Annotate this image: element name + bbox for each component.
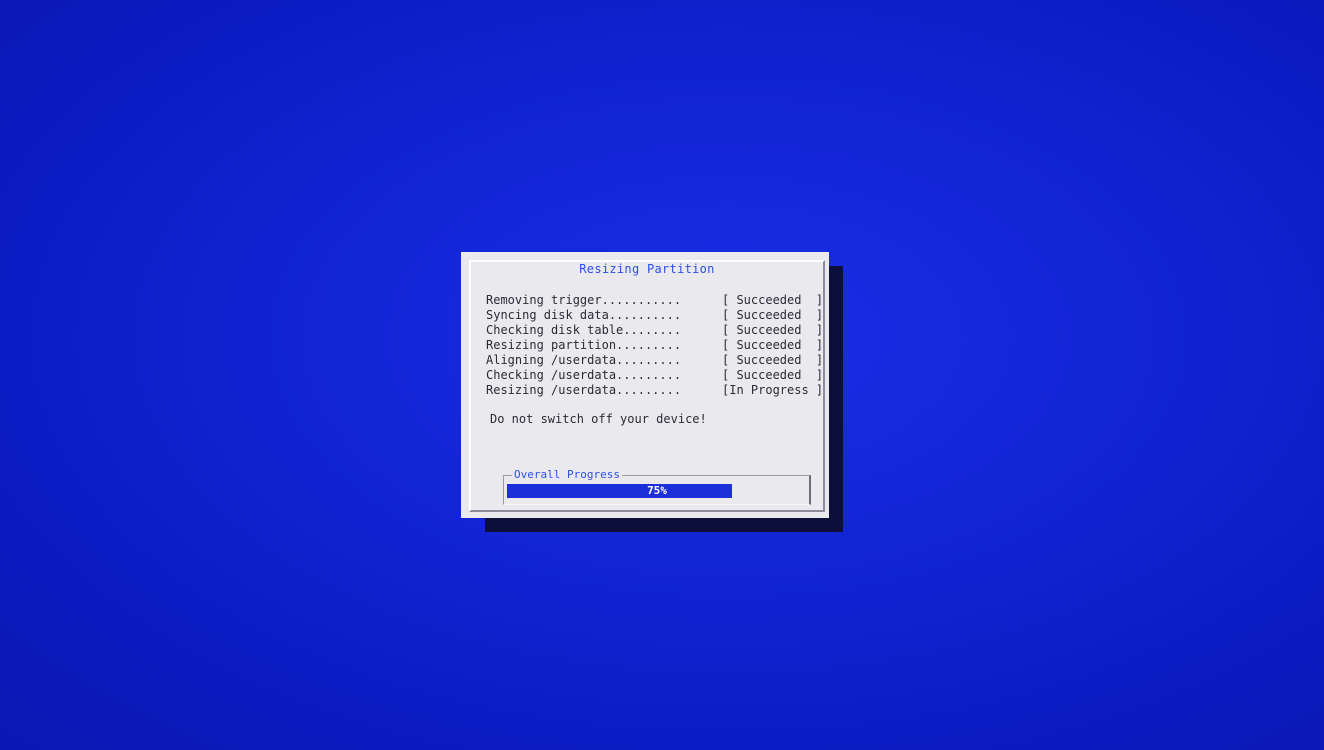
step-row-aligning-userdata: Aligning /userdata......... [ Succeeded … — [486, 353, 826, 368]
step-list: Removing trigger........... [ Succeeded … — [486, 293, 826, 398]
step-row-resizing-userdata: Resizing /userdata......... [In Progress… — [486, 383, 826, 398]
dialog-title-text: Resizing Partition — [575, 262, 719, 276]
step-label: Checking /userdata......... — [486, 368, 682, 382]
dialog-title: Resizing Partition — [471, 262, 823, 276]
step-label: Removing trigger........... — [486, 293, 682, 307]
step-status: [ Succeeded ] — [722, 308, 824, 322]
step-label: Resizing /userdata......... — [486, 383, 682, 397]
step-row-removing-trigger: Removing trigger........... [ Succeeded … — [486, 293, 826, 308]
progress-title: Overall Progress — [512, 468, 622, 481]
step-status: [ Succeeded ] — [722, 353, 824, 367]
step-label: Aligning /userdata......... — [486, 353, 682, 367]
step-status: [ Succeeded ] — [722, 338, 824, 352]
step-row-syncing-disk-data: Syncing disk data.......... [ Succeeded … — [486, 308, 826, 323]
warning-message: Do not switch off your device! — [490, 412, 707, 426]
step-status: [ Succeeded ] — [722, 368, 824, 382]
progress-track: 75% — [507, 484, 807, 498]
dialog-frame: Resizing Partition Removing trigger.....… — [469, 260, 825, 512]
step-label: Resizing partition......... — [486, 338, 682, 352]
step-status: [In Progress ] — [722, 383, 824, 397]
step-row-resizing-partition: Resizing partition......... [ Succeeded … — [486, 338, 826, 353]
step-row-checking-disk-table: Checking disk table........ [ Succeeded … — [486, 323, 826, 338]
step-row-checking-userdata: Checking /userdata......... [ Succeeded … — [486, 368, 826, 383]
step-status: [ Succeeded ] — [722, 323, 824, 337]
step-label: Checking disk table........ — [486, 323, 682, 337]
resize-partition-dialog: Resizing Partition Removing trigger.....… — [461, 252, 829, 518]
step-status: [ Succeeded ] — [722, 293, 824, 307]
step-label: Syncing disk data.......... — [486, 308, 682, 322]
overall-progress-group: Overall Progress 75% — [503, 469, 811, 505]
desktop-background: Resizing Partition Removing trigger.....… — [0, 0, 1324, 750]
progress-percent-label: 75% — [647, 484, 667, 497]
